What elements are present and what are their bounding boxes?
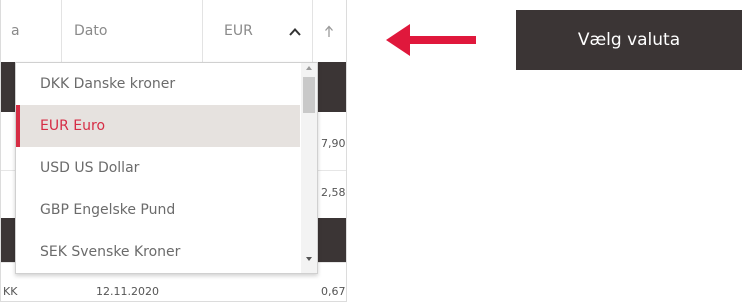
transactions-table: a Dato EUR 7,90 2,58 KK 12.11.2020 0,67 … [0,0,347,302]
column-divider [202,0,203,62]
column-header-date[interactable]: Dato [74,0,164,62]
column-divider [61,0,62,62]
amount-cell: 7,90 [321,137,346,150]
amount-cell: 0,67 [321,285,346,298]
callout-box: Vælg valuta [516,10,742,70]
column-divider [312,0,313,62]
currency-option-usd[interactable]: USD US Dollar [16,147,300,189]
dropdown-scrollbar[interactable] [301,63,317,273]
currency-option-dkk[interactable]: DKK Danske kroner [16,63,300,105]
currency-option-eur[interactable]: EUR Euro [16,105,300,147]
chevron-up-icon[interactable] [281,0,309,62]
currency-option-gbp[interactable]: GBP Engelske Pund [16,189,300,231]
row-fragment-cell: KK [3,285,18,298]
scroll-down-icon[interactable] [306,257,312,261]
scrollbar-thumb[interactable] [303,77,315,113]
table-header: a Dato EUR [1,0,346,63]
arrow-left-icon [384,22,476,58]
currency-dropdown-list[interactable]: DKK Danske kroner EUR Euro USD US Dollar… [15,62,318,274]
date-cell: 12.11.2020 [96,285,159,298]
callout-text: Vælg valuta [577,30,681,50]
amount-cell: 2,58 [321,186,346,199]
arrow-up-icon[interactable] [319,0,339,62]
column-header-fragment[interactable]: a [11,0,51,62]
scroll-up-icon[interactable] [306,66,312,70]
currency-option-sek[interactable]: SEK Svenske Kroner [16,231,300,273]
currency-select-value[interactable]: EUR [224,0,264,62]
